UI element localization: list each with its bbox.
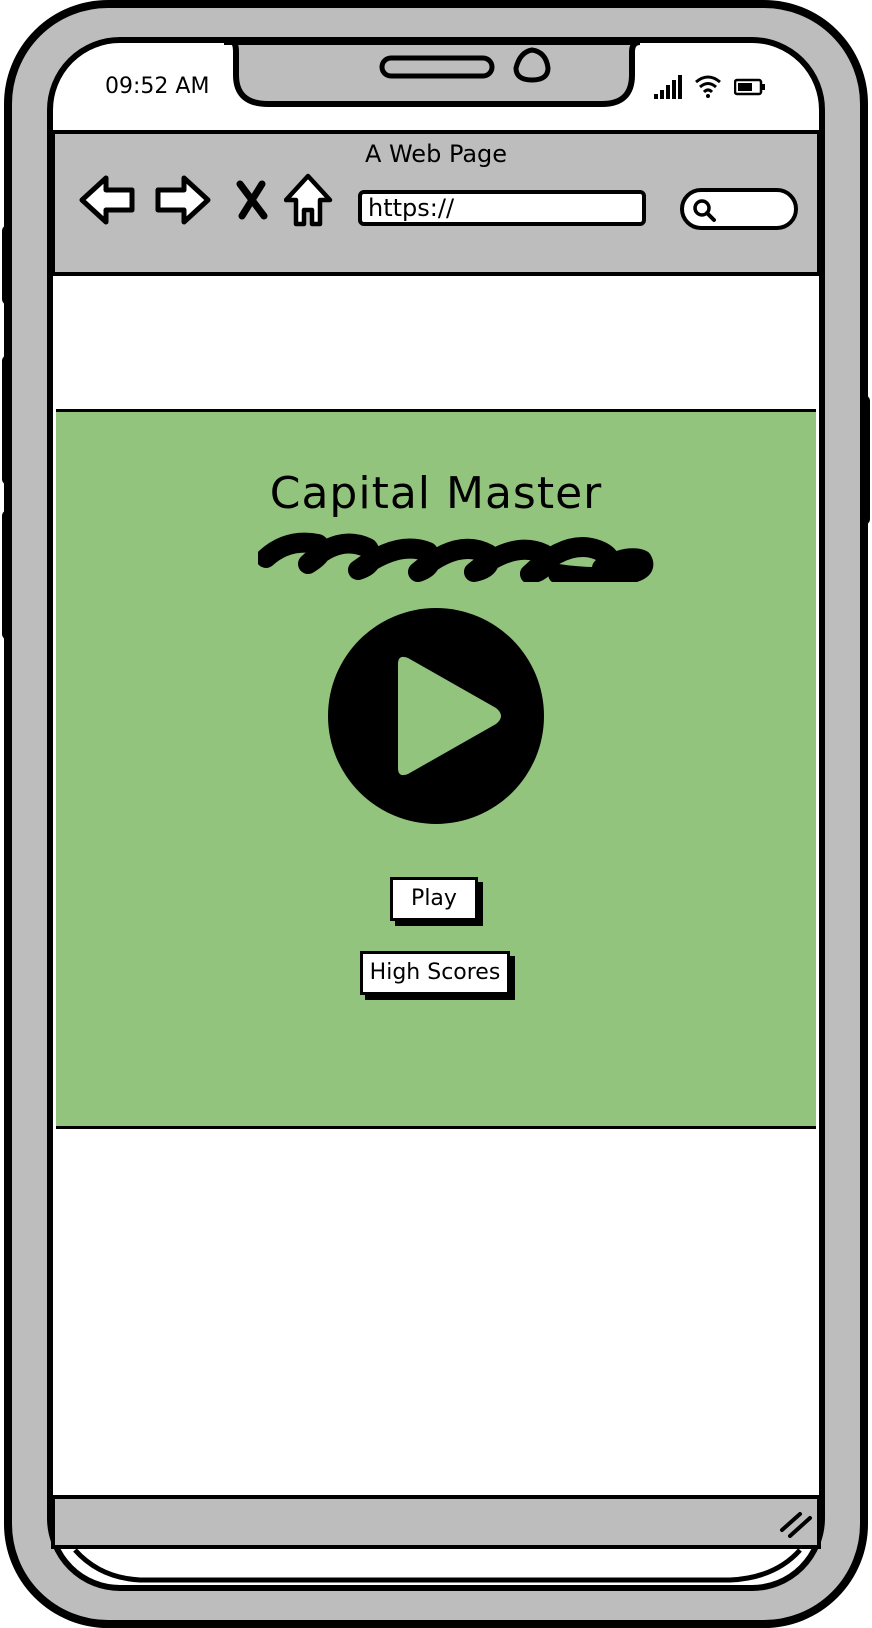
wifi-icon (695, 75, 721, 98)
scribble-subtitle (258, 532, 654, 582)
battery-icon (734, 78, 765, 96)
speaker-grille (379, 55, 495, 79)
app-title: Capital Master (269, 468, 603, 519)
play-button[interactable]: Play (390, 877, 478, 921)
home-icon[interactable] (284, 172, 334, 228)
back-arrow-icon[interactable] (78, 174, 138, 226)
status-time: 09:52 AM (105, 74, 210, 99)
forward-arrow-icon[interactable] (152, 174, 212, 226)
close-icon[interactable] (234, 180, 270, 220)
play-circle-icon[interactable] (326, 606, 546, 826)
url-input[interactable]: https:// (358, 190, 646, 226)
browser-title: A Web Page (364, 140, 508, 168)
browser-search-field[interactable] (680, 188, 798, 230)
high-scores-button[interactable]: High Scores (360, 951, 510, 995)
search-icon (693, 199, 716, 222)
cellular-signal-icon (654, 75, 682, 99)
camera (513, 47, 551, 83)
resize-handle-icon[interactable] (778, 1508, 814, 1538)
browser-footer (51, 1495, 821, 1549)
